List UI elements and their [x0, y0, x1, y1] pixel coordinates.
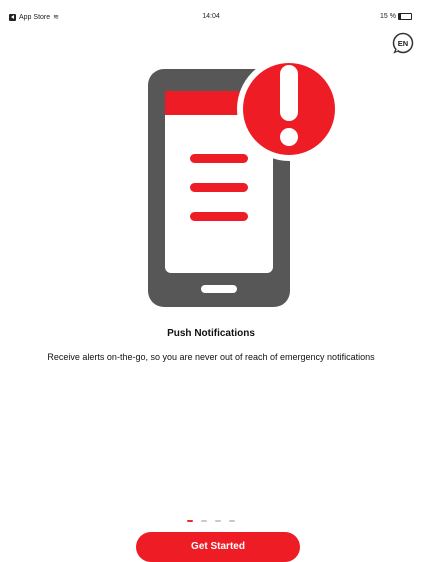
onboarding-title: Push Notifications: [167, 328, 255, 339]
status-time: 14:04: [202, 13, 220, 20]
status-bar: App Store ≋ 14:04 15 %: [0, 0, 422, 22]
page-dot-2[interactable]: [201, 520, 207, 522]
language-button[interactable]: EN: [392, 32, 414, 54]
page-indicator[interactable]: [0, 520, 422, 522]
page-dot-4[interactable]: [229, 520, 235, 522]
get-started-button[interactable]: Get Started: [136, 532, 300, 562]
hero-illustration: [140, 55, 350, 315]
status-right: 15 %: [380, 13, 412, 20]
page-dot-3[interactable]: [215, 520, 221, 522]
language-icon: EN: [392, 32, 414, 54]
page-dot-1[interactable]: [187, 520, 193, 522]
phone-alert-icon: [148, 57, 341, 307]
battery-percent: 15 %: [380, 13, 396, 20]
battery-icon: [398, 13, 412, 20]
language-label: EN: [398, 39, 408, 48]
onboarding-description: Receive alerts on-the-go, so you are nev…: [47, 352, 375, 362]
